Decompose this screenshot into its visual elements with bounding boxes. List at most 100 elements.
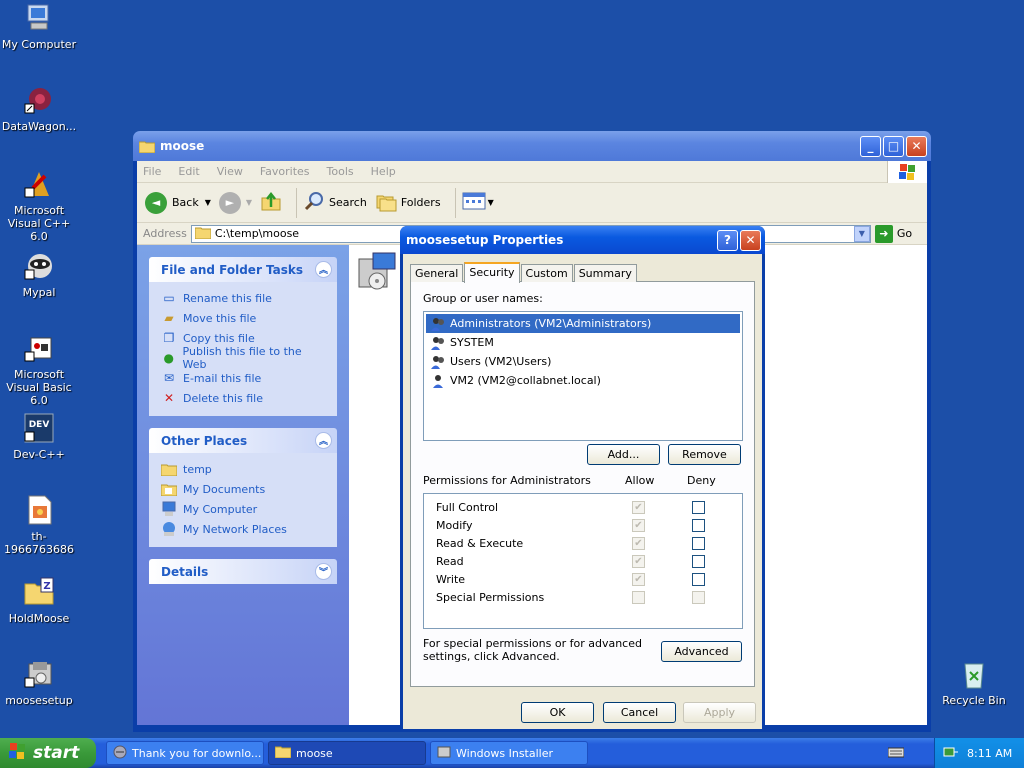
allow-checkbox[interactable] bbox=[632, 590, 645, 604]
user-item-vm2[interactable]: VM2 (VM2@collabnet.local) bbox=[426, 371, 740, 390]
deny-checkbox[interactable] bbox=[692, 518, 705, 532]
up-folder-button[interactable] bbox=[260, 190, 282, 215]
menu-bar: File Edit View Favorites Tools Help bbox=[137, 161, 927, 183]
start-button[interactable]: start bbox=[0, 738, 96, 768]
other-places-panel: Other Places ︽ temp My Documents My Comp… bbox=[149, 428, 337, 547]
tab-general[interactable]: General bbox=[410, 264, 464, 282]
search-button[interactable]: Search bbox=[303, 190, 367, 215]
menu-view[interactable]: View bbox=[217, 165, 243, 178]
advanced-button[interactable]: Advanced bbox=[661, 641, 742, 662]
perm-row-full-control: Full Control ✔ bbox=[424, 498, 742, 516]
menu-help[interactable]: Help bbox=[371, 165, 396, 178]
allow-checkbox[interactable]: ✔ bbox=[632, 572, 645, 586]
deny-checkbox[interactable] bbox=[692, 554, 705, 568]
panel-header[interactable]: Other Places ︽ bbox=[149, 428, 337, 453]
collapse-icon[interactable]: ︽ bbox=[315, 432, 332, 449]
collapse-icon[interactable]: ︽ bbox=[315, 261, 332, 278]
user-item-users[interactable]: Users (VM2\Users) bbox=[426, 352, 740, 371]
desktop-icon-dev-cpp[interactable]: DEV Dev-C++ bbox=[0, 412, 78, 461]
task-move[interactable]: ▰ Move this file bbox=[161, 308, 325, 328]
windows-logo-icon bbox=[8, 742, 28, 765]
minimize-button[interactable]: _ bbox=[860, 135, 881, 157]
desktop-icon-holdmoose[interactable]: Z HoldMoose bbox=[0, 576, 78, 625]
tab-summary[interactable]: Summary bbox=[573, 264, 637, 282]
panel-header[interactable]: Details ︾ bbox=[149, 559, 337, 584]
taskbar-item-browser[interactable]: Thank you for downlo... bbox=[106, 741, 264, 765]
task-publish[interactable]: ● Publish this file to the Web bbox=[161, 345, 325, 371]
image-file-icon bbox=[23, 494, 55, 526]
deny-checkbox[interactable] bbox=[692, 572, 705, 586]
dialog-close-button[interactable]: ✕ bbox=[740, 229, 761, 251]
address-dropdown-icon[interactable]: ▼ bbox=[853, 225, 870, 242]
remove-button[interactable]: Remove bbox=[668, 444, 741, 465]
dev-cpp-icon: DEV bbox=[23, 412, 55, 444]
desktop-icon-my-computer[interactable]: My Computer bbox=[0, 2, 78, 51]
desktop-icon-mypal[interactable]: Mypal bbox=[0, 250, 78, 299]
taskbar-item-installer[interactable]: Windows Installer bbox=[430, 741, 588, 765]
installer-icon bbox=[23, 658, 55, 690]
tab-security[interactable]: Security bbox=[464, 262, 520, 283]
desktop-icon-datawagon[interactable]: DataWagon... bbox=[0, 84, 78, 133]
tab-custom[interactable]: Custom bbox=[520, 264, 573, 282]
task-email[interactable]: ✉ E-mail this file bbox=[161, 368, 325, 388]
permissions-header: Permissions for Administrators Allow Den… bbox=[423, 474, 716, 487]
add-button[interactable]: Add... bbox=[587, 444, 660, 465]
allow-checkbox[interactable]: ✔ bbox=[632, 554, 645, 568]
toolbar-separator bbox=[454, 187, 456, 218]
keyboard-icon[interactable] bbox=[887, 746, 905, 761]
allow-checkbox[interactable]: ✔ bbox=[632, 536, 645, 550]
task-delete[interactable]: ✕ Delete this file bbox=[161, 388, 325, 408]
desktop-icon-recycle-bin[interactable]: Recycle Bin bbox=[935, 658, 1013, 707]
menu-file[interactable]: File bbox=[143, 165, 161, 178]
cancel-button[interactable]: Cancel bbox=[603, 702, 676, 723]
desktop-icon-th-image[interactable]: th-1966763686 bbox=[0, 494, 78, 556]
toolbar: ◄ Back ▼ ► ▼ Search Folders ▼ bbox=[137, 183, 927, 223]
place-my-documents[interactable]: My Documents bbox=[161, 479, 325, 499]
maximize-button[interactable]: □ bbox=[883, 135, 904, 157]
moosesetup-file[interactable] bbox=[353, 249, 401, 300]
deny-checkbox[interactable] bbox=[692, 590, 705, 604]
deny-checkbox[interactable] bbox=[692, 536, 705, 550]
place-my-computer[interactable]: My Computer bbox=[161, 499, 325, 519]
desktop-icon-visual-basic[interactable]: Microsoft Visual Basic 6.0 bbox=[0, 332, 78, 407]
clock[interactable]: 8:11 AM bbox=[967, 747, 1012, 760]
dialog-titlebar[interactable]: moosesetup Properties ? ✕ bbox=[400, 226, 765, 254]
folder-icon bbox=[194, 226, 212, 242]
back-button[interactable]: ◄ Back ▼ bbox=[145, 191, 211, 214]
explorer-titlebar[interactable]: moose _ □ ✕ bbox=[133, 131, 931, 161]
views-button[interactable]: ▼ bbox=[462, 191, 494, 214]
go-button[interactable]: ➜ Go bbox=[873, 224, 912, 243]
user-item-system[interactable]: SYSTEM bbox=[426, 333, 740, 352]
expand-icon[interactable]: ︾ bbox=[315, 563, 332, 580]
task-rename[interactable]: ▭ Rename this file bbox=[161, 288, 325, 308]
deny-checkbox[interactable] bbox=[692, 500, 705, 514]
copy-icon: ❐ bbox=[163, 331, 175, 345]
back-dropdown-icon[interactable]: ▼ bbox=[205, 198, 211, 207]
user-item-administrators[interactable]: Administrators (VM2\Administrators) bbox=[426, 314, 740, 333]
allow-checkbox[interactable]: ✔ bbox=[632, 518, 645, 532]
folders-button[interactable]: Folders bbox=[375, 190, 441, 215]
menu-tools[interactable]: Tools bbox=[327, 165, 354, 178]
taskbar-item-moose[interactable]: moose bbox=[268, 741, 426, 765]
place-temp[interactable]: temp bbox=[161, 459, 325, 479]
ok-button[interactable]: OK bbox=[521, 702, 594, 723]
views-dropdown-icon: ▼ bbox=[487, 198, 494, 207]
file-folder-tasks-panel: File and Folder Tasks ︽ ▭ Rename this fil… bbox=[149, 257, 337, 416]
forward-button[interactable]: ► ▼ bbox=[218, 191, 252, 214]
menu-edit[interactable]: Edit bbox=[178, 165, 199, 178]
forward-dropdown-icon[interactable]: ▼ bbox=[246, 198, 252, 207]
desktop-icon-visual-cpp[interactable]: Microsoft Visual C++ 6.0 bbox=[0, 168, 78, 243]
close-button[interactable]: ✕ bbox=[906, 135, 927, 157]
menu-favorites[interactable]: Favorites bbox=[260, 165, 310, 178]
place-network[interactable]: My Network Places bbox=[161, 519, 325, 539]
installer-icon bbox=[353, 252, 401, 300]
computer-icon bbox=[161, 501, 177, 517]
apply-button[interactable]: Apply bbox=[683, 702, 756, 723]
allow-checkbox[interactable]: ✔ bbox=[632, 500, 645, 514]
help-button[interactable]: ? bbox=[717, 229, 738, 251]
panel-header[interactable]: File and Folder Tasks ︽ bbox=[149, 257, 337, 282]
tray-network-icon[interactable] bbox=[943, 745, 959, 762]
user-list[interactable]: Administrators (VM2\Administrators) SYST… bbox=[423, 311, 743, 441]
desktop-icon-moosesetup[interactable]: moosesetup bbox=[0, 658, 78, 707]
svg-text:DEV: DEV bbox=[29, 420, 50, 430]
